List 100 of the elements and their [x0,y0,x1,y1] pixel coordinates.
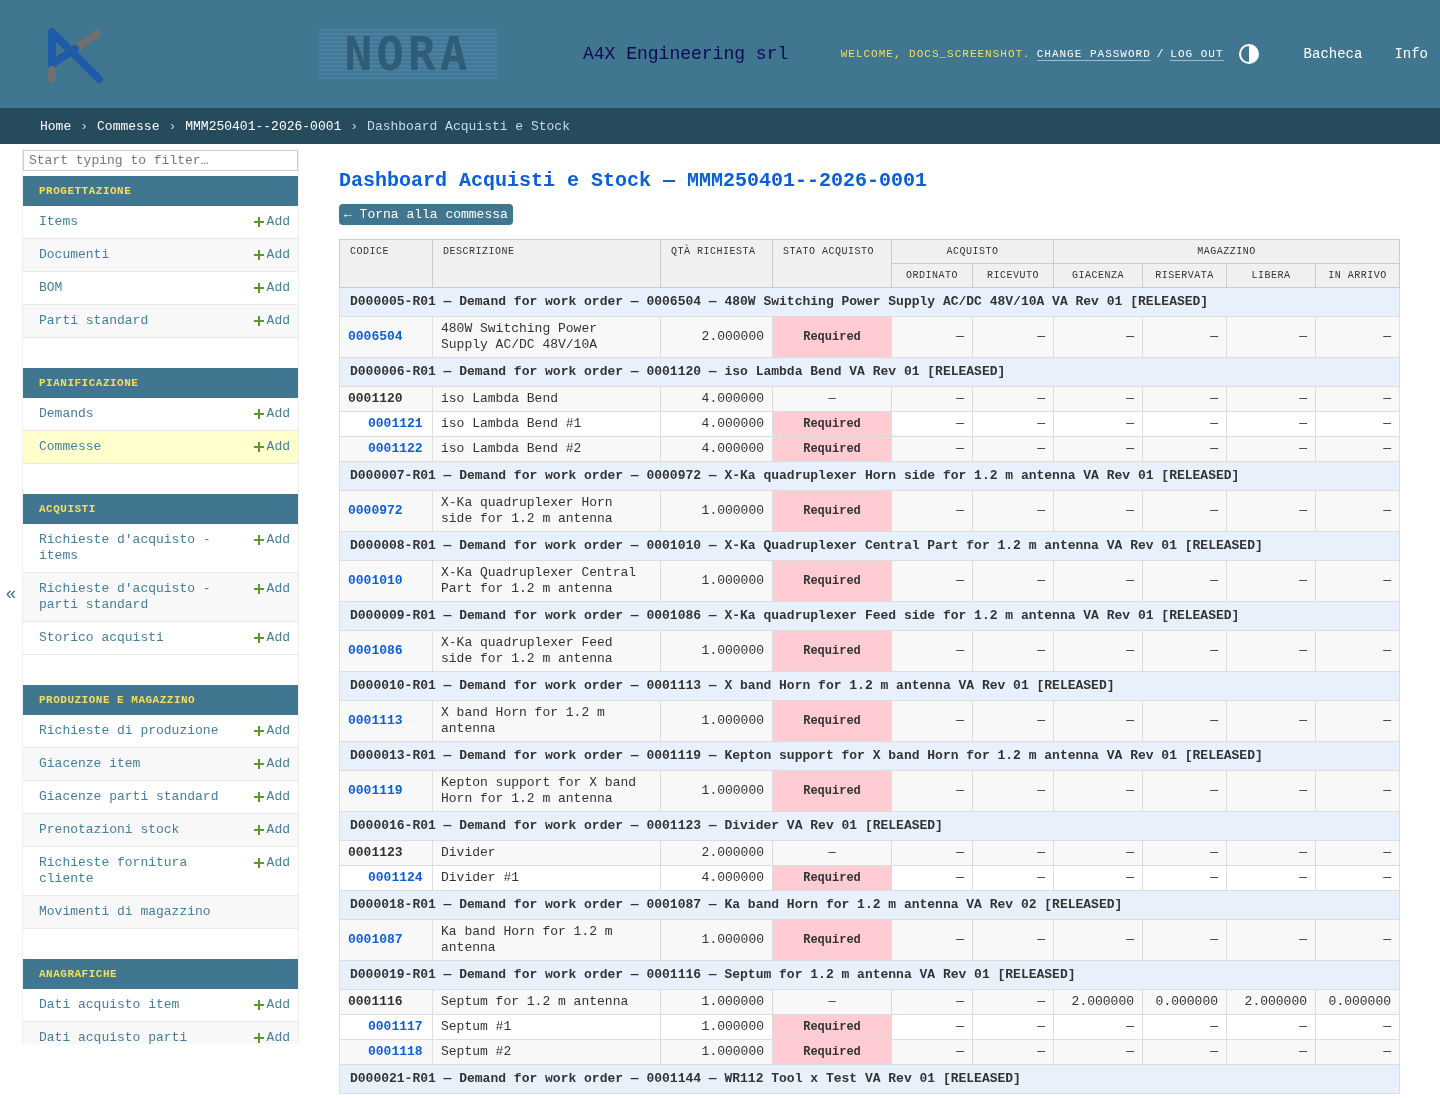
table-cell: 0.000000 [1142,989,1227,1015]
table-cell: — [1315,1039,1400,1065]
add-link[interactable]: Add [253,581,290,597]
breadcrumb-link[interactable]: MMM250401--2026-0001 [185,118,342,134]
breadcrumb-link[interactable]: Commesse [97,118,160,134]
sidebar-link[interactable]: Richieste fornitura cliente [39,855,229,887]
sidebar-item[interactable]: Parti standard Add [23,305,298,338]
collapse-sidebar-button[interactable]: « [5,584,17,604]
table-cell: — [1226,700,1316,742]
sidebar-link[interactable]: Demands [39,406,94,422]
table-cell: — [891,1014,973,1040]
add-link[interactable]: Add [253,723,290,739]
table-cell: — [1226,436,1316,462]
logout-link[interactable]: LOG OUT [1170,47,1224,61]
column-header: LIBERA [1226,263,1316,288]
add-link[interactable]: Add [253,406,290,422]
table-cell: 1.000000 [660,770,773,812]
add-link[interactable]: Add [253,439,290,455]
sidebar-item[interactable]: Commesse Add [23,431,298,464]
table-cell: — [891,316,973,358]
add-link[interactable]: Add [253,630,290,646]
status-badge: Required [772,700,892,742]
status-badge: Required [772,436,892,462]
add-link[interactable]: Add [253,822,290,838]
table-cell: — [1142,840,1227,866]
group-header: D000005-R01 — Demand for work order — 0006504 — 480W Switching Power Supply AC/DC 48V/10A VA Rev 01 [RELEASED] [339,287,1400,317]
table-cell: — [972,490,1054,532]
add-link[interactable]: Add [253,532,290,548]
sidebar-item[interactable]: Documenti Add [23,239,298,272]
plus-icon [253,726,264,736]
add-link[interactable]: Add [253,756,290,772]
sidebar-item[interactable]: Prenotazioni stock Add [23,814,298,847]
table-cell: — [891,560,973,602]
group-header: D000018-R01 — Demand for work order — 0001087 — Ka band Horn for 1.2 m antenna VA Rev 02 [RELEASED] [339,890,1400,920]
breadcrumb-separator: › [168,118,177,134]
table-cell: — [1226,1014,1316,1040]
table-cell: — [1226,560,1316,602]
sidebar-item[interactable]: Richieste d'acquisto - parti standard Add [23,573,298,622]
table-cell: — [972,411,1054,437]
add-link[interactable]: Add [253,280,290,296]
table-cell: — [891,436,973,462]
separator: / [1156,48,1165,60]
breadcrumb-separator: › [80,118,89,134]
table-cell: — [1053,840,1143,866]
sidebar-link[interactable]: Giacenze parti standard [39,789,219,805]
nav-link[interactable]: Info [1394,46,1428,62]
sidebar-link[interactable]: Richieste d'acquisto - items [39,532,229,564]
column-group-header: ACQUISTO [891,239,1054,264]
sidebar-link[interactable]: Movimenti di magazzino [39,904,211,920]
table-cell: — [972,865,1054,891]
sidebar-link[interactable]: Dati acquisto parti [39,1030,188,1044]
table-cell: — [1142,560,1227,602]
table-cell: — [1142,865,1227,891]
status-badge: Required [772,1014,892,1040]
sidebar-link[interactable]: Prenotazioni stock [39,822,180,838]
status-badge: Required [772,770,892,812]
table-cell: — [1053,1014,1143,1040]
back-button[interactable]: ← Torna alla commessa [339,204,513,225]
sidebar-link[interactable]: BOM [39,280,63,296]
table-cell: — [772,989,892,1015]
table-cell: — [1053,919,1143,961]
sidebar-link[interactable]: Items [39,214,78,230]
add-link[interactable]: Add [253,997,290,1013]
sidebar-link[interactable]: Richieste d'acquisto - parti standard [39,581,229,613]
add-link[interactable]: Add [253,214,290,230]
breadcrumb-link[interactable]: Home [40,118,72,134]
sidebar-link[interactable]: Storico acquisti [39,630,164,646]
table-cell: — [891,919,973,961]
sidebar-item[interactable]: Giacenze item Add [23,748,298,781]
table-cell: — [972,386,1054,412]
sidebar-link[interactable]: Documenti [39,247,110,263]
filter-field[interactable]: Start typing to filter… [23,150,298,171]
table-cell: — [1315,386,1400,412]
nav-link[interactable]: Bacheca [1303,46,1363,62]
add-link[interactable]: Add [253,855,290,871]
sidebar-item[interactable]: Dati acquisto parti Add [23,1022,298,1044]
sidebar-link[interactable]: Parti standard [39,313,149,329]
add-link[interactable]: Add [253,1030,290,1044]
sidebar-link[interactable]: Commesse [39,439,102,455]
table-cell: — [1226,1039,1316,1065]
change-password-link[interactable]: CHANGE PASSWORD [1036,47,1151,61]
column-group-header: MAGAZZINO [1053,239,1400,264]
contrast-icon[interactable] [1237,43,1260,65]
add-link[interactable]: Add [253,313,290,329]
table-cell: Ka band Horn for 1.2 m antenna [432,919,661,961]
table-cell: — [1226,630,1316,672]
column-header: CODICE [339,239,433,288]
table-cell: — [1142,919,1227,961]
sidebar-link[interactable]: Dati acquisto item [39,997,180,1013]
add-link[interactable]: Add [253,789,290,805]
table-cell: 0001116 [339,989,433,1015]
column-header: GIACENZA [1053,263,1143,288]
table-cell: — [1226,490,1316,532]
sidebar-link[interactable]: Giacenze item [39,756,141,772]
table-cell: — [1315,316,1400,358]
sidebar-item[interactable]: Movimenti di magazzino [23,896,298,929]
breadcrumb-current: Dashboard Acquisti e Stock [367,118,570,134]
status-badge: Required [772,316,892,358]
sidebar-link[interactable]: Richieste di produzione [39,723,219,739]
add-link[interactable]: Add [253,247,290,263]
